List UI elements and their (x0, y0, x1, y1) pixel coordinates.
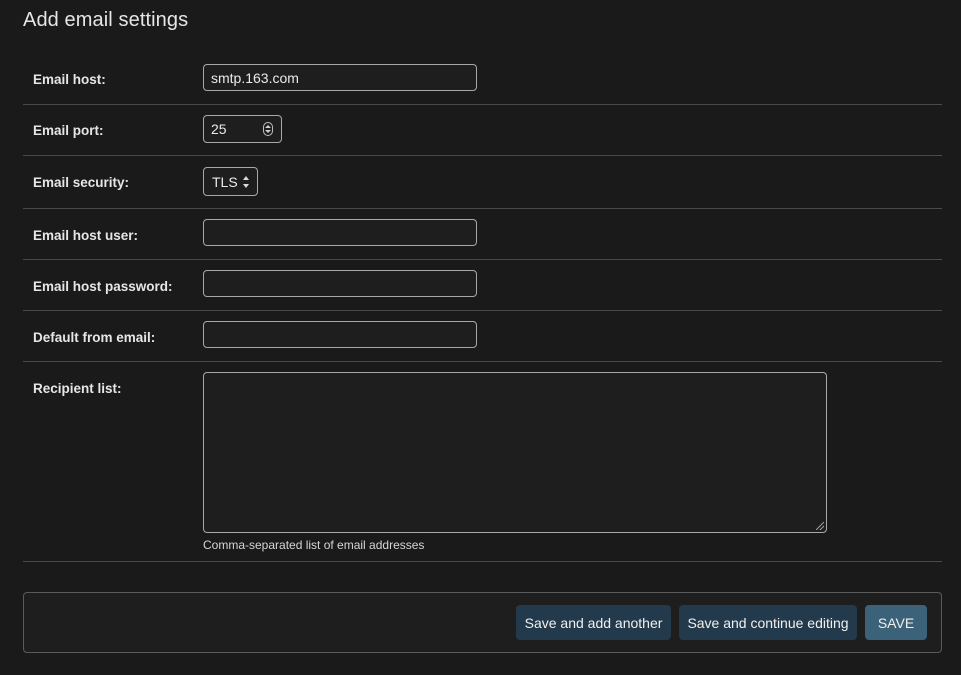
email-security-label: Email security: (33, 175, 130, 190)
page-title: Add email settings (23, 9, 189, 31)
email-port-input[interactable] (204, 116, 264, 142)
email-security-select[interactable]: TLS (203, 167, 258, 196)
email-host-password-input[interactable] (203, 270, 477, 297)
email-security-value: TLS (212, 174, 238, 190)
email-host-row: Email host: (23, 54, 942, 105)
email-host-user-label: Email host user: (33, 228, 139, 243)
stepper-down-icon[interactable] (265, 130, 271, 133)
default-from-email-label: Default from email: (33, 330, 156, 345)
default-from-email-input[interactable] (203, 321, 477, 348)
email-host-password-label: Email host password: (33, 279, 173, 294)
stepper-up-icon[interactable] (265, 125, 271, 128)
email-security-row: Email security: TLS (23, 156, 942, 209)
resize-grip-icon[interactable] (816, 522, 824, 530)
default-from-email-row: Default from email: (23, 311, 942, 362)
email-port-label: Email port: (33, 123, 104, 138)
select-arrows-icon (243, 176, 251, 188)
save-button[interactable]: SAVE (865, 605, 927, 640)
email-host-input[interactable] (203, 64, 477, 91)
email-port-field[interactable] (203, 115, 282, 143)
port-stepper-icon[interactable] (263, 122, 273, 136)
email-host-user-input[interactable] (203, 219, 477, 246)
submit-row: Save and add another Save and continue e… (23, 592, 942, 653)
recipient-list-row: Recipient list: Comma-separated list of … (23, 362, 942, 562)
email-port-row: Email port: (23, 105, 942, 156)
email-host-password-row: Email host password: (23, 260, 942, 311)
recipient-list-label: Recipient list: (33, 381, 122, 396)
email-host-user-row: Email host user: (23, 209, 942, 260)
email-settings-form: Email host: Email port: Email security: … (23, 54, 942, 562)
save-and-continue-editing-button[interactable]: Save and continue editing (679, 605, 857, 640)
email-host-label: Email host: (33, 72, 106, 87)
recipient-list-help: Comma-separated list of email addresses (203, 538, 425, 552)
recipient-list-textarea[interactable] (203, 372, 827, 533)
save-and-add-another-button[interactable]: Save and add another (516, 605, 671, 640)
